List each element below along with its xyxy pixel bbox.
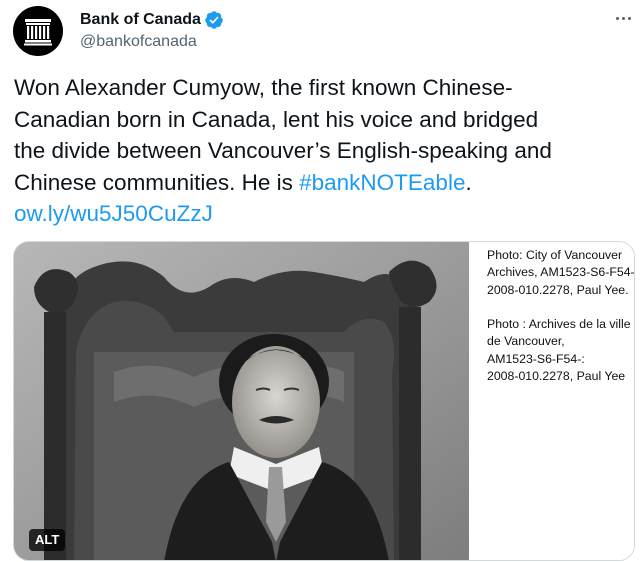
caption-line: Photo : Archives de la ville — [487, 317, 631, 331]
tweet-line: the divide between Vancouver’s English-s… — [14, 138, 552, 163]
photo-caption-panel: Photo: City of Vancouver Archives, AM152… — [469, 242, 635, 560]
author-display-name[interactable]: Bank of Canada — [80, 11, 201, 29]
media-card[interactable]: Photo: City of Vancouver Archives, AM152… — [13, 241, 635, 561]
alt-text-badge[interactable]: ALT — [29, 529, 66, 551]
caption-english: Photo: City of Vancouver Archives, AM152… — [487, 247, 635, 299]
tweet-text: Won Alexander Cumyow, the first known Ch… — [14, 72, 634, 230]
caption-line: Photo: City of Vancouver — [487, 248, 623, 262]
verified-badge-icon — [205, 11, 223, 29]
tweet-line: Canadian born in Canada, lent his voice … — [14, 106, 539, 132]
caption-line: Archives, AM1523-S6-F54-: — [487, 265, 635, 280]
url-link[interactable]: ow.ly/wu5J50CuZzJ — [14, 201, 213, 226]
caption-line: de Vancouver, — [487, 334, 565, 349]
hashtag-link[interactable]: #bankNOTEable — [299, 170, 465, 195]
avatar[interactable] — [13, 6, 63, 56]
tweet-line: Chinese communities. He is #bankNOTEable… — [14, 167, 634, 199]
caption-line: 2008-010.2278, Paul Yee. — [487, 282, 629, 297]
tweet-line: Won Alexander Cumyow, the first known Ch… — [14, 75, 513, 100]
tweet-line-end: . — [465, 169, 472, 195]
caption-line: 2008-010.2278, Paul Yee — [487, 369, 626, 384]
caption-french: Photo : Archives de la ville de Vancouve… — [487, 316, 634, 386]
caption-line: AM1523-S6-F54-: — [487, 351, 585, 366]
bank-building-logo-icon — [24, 19, 52, 46]
author-handle[interactable]: @bankofcanada — [80, 33, 197, 51]
tweet-line: ow.ly/wu5J50CuZzJ — [14, 198, 634, 230]
tweet-line-text: Chinese communities. He is — [14, 169, 300, 195]
author-name-row: Bank of Canada — [80, 9, 224, 31]
historic-portrait-photo[interactable] — [14, 242, 469, 561]
more-options-icon[interactable] — [608, 8, 638, 28]
